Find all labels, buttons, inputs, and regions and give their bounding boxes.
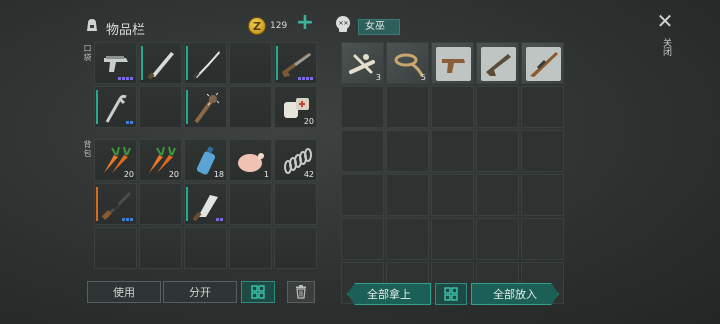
loot-slot[interactable] <box>476 174 519 216</box>
loot-slot[interactable] <box>341 174 384 216</box>
loot-slot[interactable] <box>386 218 429 260</box>
backpack-slot[interactable] <box>184 227 227 269</box>
loot-slot[interactable] <box>386 174 429 216</box>
backpack-label: 背包 <box>83 140 92 158</box>
pocket-slot[interactable] <box>184 42 227 84</box>
take-all-button[interactable]: 全部拿上 <box>347 283 431 305</box>
backpack-icon <box>87 19 97 31</box>
loot-slot[interactable] <box>431 218 474 260</box>
loot-slot[interactable] <box>431 174 474 216</box>
backpack-slot[interactable] <box>229 227 272 269</box>
loot-slot[interactable] <box>341 86 384 128</box>
split-button[interactable]: 分开 <box>163 281 237 303</box>
grid-sort-icon <box>251 285 265 299</box>
loot-slot[interactable] <box>476 86 519 128</box>
pocket-grid: 20 <box>94 42 317 128</box>
grid-sort-icon <box>444 287 458 301</box>
backpack-slot[interactable] <box>229 183 272 225</box>
loot-slot[interactable] <box>521 174 564 216</box>
skull-icon: ✕ ✕ <box>336 16 350 32</box>
add-coins-button[interactable]: + <box>295 12 315 34</box>
backpack-grid: 20 20 18 1 42 <box>94 139 317 269</box>
loot-slot[interactable] <box>431 42 474 84</box>
pocket-slot[interactable] <box>139 42 182 84</box>
loot-slot[interactable] <box>476 130 519 172</box>
backpack-slot[interactable] <box>94 227 137 269</box>
backpack-slot[interactable] <box>184 183 227 225</box>
item-quantity: 5 <box>420 73 426 82</box>
rarity-dots <box>126 121 133 124</box>
close-icon[interactable]: ✕ <box>656 11 674 31</box>
trash-icon <box>296 285 306 299</box>
backpack-slot[interactable]: 1 <box>229 139 272 181</box>
close-label[interactable]: 关闭 <box>660 38 673 56</box>
backpack-slot[interactable]: 18 <box>184 139 227 181</box>
pocket-slot[interactable]: 20 <box>274 86 317 128</box>
item-quantity: 20 <box>303 117 314 126</box>
item-quantity: 18 <box>213 170 224 179</box>
loot-slot[interactable] <box>476 218 519 260</box>
backpack-slot[interactable] <box>139 183 182 225</box>
pistol-blueprint-icon <box>436 47 471 81</box>
svg-text:✕: ✕ <box>344 20 349 27</box>
loot-slot[interactable] <box>431 86 474 128</box>
put-all-button[interactable]: 全部放入 <box>471 283 559 305</box>
sort-loot-button[interactable] <box>435 283 467 305</box>
item-quantity: 1 <box>263 170 269 179</box>
item-quantity: 3 <box>375 73 381 82</box>
pocket-slot[interactable] <box>139 86 182 128</box>
loot-grid: 35 <box>341 42 564 304</box>
loot-slot[interactable]: 3 <box>341 42 384 84</box>
coin-count: 129 <box>270 21 288 31</box>
loot-slot[interactable] <box>341 218 384 260</box>
machete-icon <box>147 52 174 80</box>
inventory-title: 物品栏 <box>106 23 146 38</box>
loot-slot[interactable] <box>521 86 564 128</box>
smg-blueprint-icon <box>481 47 516 81</box>
rarity-dots <box>298 77 313 80</box>
coin-icon: Z <box>248 17 266 35</box>
loot-slot[interactable] <box>341 130 384 172</box>
spiked-bat-icon <box>194 92 220 124</box>
katana-icon <box>192 51 220 79</box>
loot-slot[interactable] <box>386 130 429 172</box>
backpack-slot[interactable] <box>274 183 317 225</box>
loot-slot[interactable] <box>521 42 564 84</box>
pocket-slot[interactable] <box>229 86 272 128</box>
loot-slot[interactable] <box>431 130 474 172</box>
trash-button[interactable] <box>287 281 315 303</box>
sort-inventory-button[interactable] <box>241 281 275 303</box>
pocket-slot[interactable] <box>229 42 272 84</box>
loot-slot[interactable] <box>521 218 564 260</box>
backpack-slot[interactable] <box>139 227 182 269</box>
backpack-slot[interactable]: 20 <box>139 139 182 181</box>
backpack-slot[interactable] <box>94 183 137 225</box>
item-quantity: 20 <box>168 170 179 179</box>
loot-slot[interactable] <box>521 130 564 172</box>
pocket-label: 口袋 <box>83 44 92 62</box>
pocket-slot[interactable] <box>274 42 317 84</box>
loot-slot[interactable] <box>386 86 429 128</box>
rarity-dots <box>216 218 223 221</box>
use-button[interactable]: 使用 <box>87 281 161 303</box>
pocket-slot[interactable] <box>184 86 227 128</box>
rifle-blueprint-icon <box>526 47 561 81</box>
loot-owner-name: 女巫 <box>358 19 400 35</box>
backpack-slot[interactable]: 20 <box>94 139 137 181</box>
rarity-dots <box>118 77 133 80</box>
backpack-slot[interactable] <box>274 227 317 269</box>
item-quantity: 20 <box>123 170 134 179</box>
rarity-dots <box>122 218 133 221</box>
pocket-slot[interactable] <box>94 86 137 128</box>
loot-slot[interactable]: 5 <box>386 42 429 84</box>
backpack-slot[interactable]: 42 <box>274 139 317 181</box>
loot-slot[interactable] <box>476 42 519 84</box>
pocket-slot[interactable] <box>94 42 137 84</box>
item-quantity: 42 <box>303 170 314 179</box>
